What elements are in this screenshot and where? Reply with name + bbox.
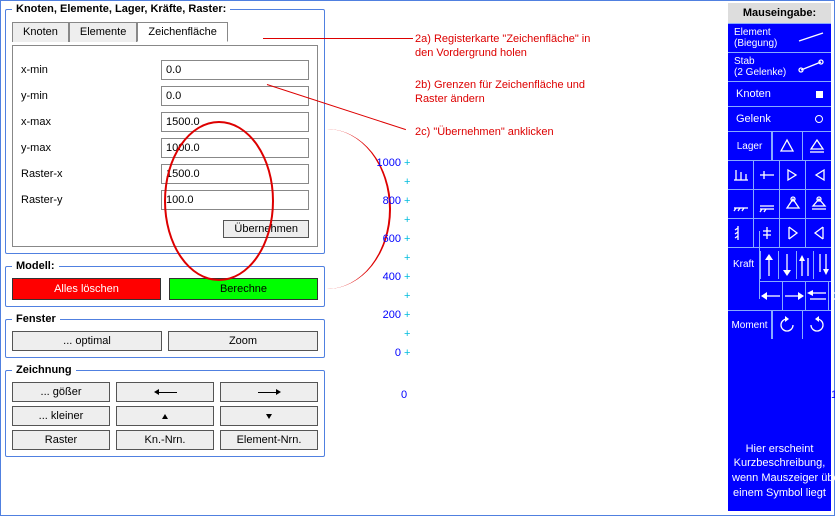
kraft6-icon[interactable]	[782, 282, 805, 310]
grid-marker: +	[404, 329, 410, 340]
kraft5-icon[interactable]	[760, 282, 782, 310]
input-xmin[interactable]	[161, 60, 309, 80]
arrow-down-icon	[266, 410, 272, 422]
moment-ccw-icon[interactable]	[772, 311, 802, 339]
grid-marker: +	[404, 215, 410, 226]
clear-button[interactable]: Alles löschen	[12, 278, 161, 300]
x-tick: 0	[401, 389, 407, 401]
grid-marker: +	[404, 234, 410, 245]
x-tick: 1500	[831, 389, 835, 401]
lager4d-icon[interactable]	[805, 219, 831, 247]
label-xmax: x-max	[21, 116, 161, 128]
y-tick: 0	[361, 347, 401, 359]
label-ymax: y-max	[21, 142, 161, 154]
arrow-down-button[interactable]	[220, 406, 318, 426]
lager-roller-icon[interactable]	[802, 132, 832, 160]
kraft8-icon[interactable]	[828, 282, 835, 310]
tool-element[interactable]: Element (Biegung)	[728, 23, 831, 52]
annotation-2a-line	[263, 38, 413, 39]
annotation-2a: 2a) Registerkarte "Zeichenfläche" in den…	[415, 33, 590, 61]
label-ymin: y-min	[21, 90, 161, 102]
grid-marker: +	[404, 291, 410, 302]
element-icon	[797, 30, 825, 47]
y-tick: 200	[361, 309, 401, 321]
knnrn-button[interactable]: Kn.-Nrn.	[116, 430, 214, 450]
zeichnung-title: Zeichnung	[12, 364, 76, 376]
annotation-2b: 2b) Grenzen für Zeichenfläche und Raster…	[415, 79, 585, 107]
tab-zeichenflaeche[interactable]: Zeichenfläche	[137, 22, 228, 42]
bigger-button[interactable]: ... gößer	[12, 382, 110, 402]
tool-kraft-row1: Kraft	[728, 247, 831, 281]
tab-elemente[interactable]: Elemente	[69, 22, 137, 42]
y-tick: 800	[361, 195, 401, 207]
arrow-left-button[interactable]	[116, 382, 214, 402]
optimal-button[interactable]: ... optimal	[12, 331, 162, 351]
label-rastery: Raster-y	[21, 194, 161, 206]
lager3c-icon[interactable]	[779, 190, 805, 218]
arrow-right-icon	[276, 386, 281, 398]
lager3a-icon[interactable]	[728, 190, 753, 218]
tool-knoten[interactable]: Knoten	[728, 81, 831, 106]
kraft4-icon[interactable]	[813, 251, 831, 279]
elnrn-button[interactable]: Element-Nrn.	[220, 430, 318, 450]
lager-pin-icon[interactable]	[772, 132, 802, 160]
kraft3-icon[interactable]	[796, 251, 814, 279]
zoom-button[interactable]: Zoom	[168, 331, 318, 351]
y-tick: 600	[361, 233, 401, 245]
lager3b-icon[interactable]	[753, 190, 779, 218]
label-rasterx: Raster-x	[21, 168, 161, 180]
moment-cw-icon[interactable]	[802, 311, 832, 339]
raster-button[interactable]: Raster	[12, 430, 110, 450]
side-help-text: Hier erscheint Kurzbeschreibung, wenn Ma…	[728, 432, 831, 511]
grid-marker: +	[404, 196, 410, 207]
arrow-up-button[interactable]	[116, 406, 214, 426]
lager2c-icon[interactable]	[779, 161, 805, 189]
input-ymin[interactable]	[161, 86, 309, 106]
tool-lager-row1: Lager	[728, 131, 831, 160]
mauseingabe-panel: Mauseingabe: Element (Biegung) Stab (2 G…	[728, 3, 831, 511]
modell-title: Modell:	[12, 260, 59, 272]
lager2b-icon[interactable]	[753, 161, 779, 189]
tool-lager-row2	[728, 160, 831, 189]
knoten-icon	[816, 91, 823, 98]
grid-marker: +	[404, 272, 410, 283]
kraft2-icon[interactable]	[778, 251, 796, 279]
y-tick: 1000	[361, 157, 401, 169]
lager3d-icon[interactable]	[805, 190, 831, 218]
grid-marker: +	[404, 253, 410, 264]
annotation-circle	[164, 121, 274, 281]
group-title: Knoten, Elemente, Lager, Kräfte, Raster:	[12, 3, 230, 15]
stab-icon	[797, 59, 825, 76]
label-xmin: x-min	[21, 64, 161, 76]
arrow-right-button[interactable]	[220, 382, 318, 402]
lager2a-icon[interactable]	[728, 161, 753, 189]
grid-marker: +	[404, 177, 410, 188]
kraft7-icon[interactable]	[805, 282, 828, 310]
tool-lager-row3	[728, 189, 831, 218]
y-tick: 400	[361, 271, 401, 283]
lager2d-icon[interactable]	[805, 161, 831, 189]
arrow-up-icon	[162, 410, 168, 422]
side-title: Mauseingabe:	[728, 3, 831, 23]
fenster-group: Fenster ... optimal Zoom	[5, 313, 325, 358]
tool-stab[interactable]: Stab (2 Gelenke)	[728, 52, 831, 81]
tab-knoten[interactable]: Knoten	[12, 22, 69, 42]
tool-kraft-row2	[760, 281, 831, 310]
gelenk-icon	[815, 115, 823, 123]
tool-gelenk[interactable]: Gelenk	[728, 106, 831, 131]
grid-marker: +	[404, 158, 410, 169]
kraft1-icon[interactable]	[760, 251, 778, 279]
tool-moment-row: Moment	[728, 310, 831, 339]
zeichnung-group: Zeichnung ... gößer ... kleiner Raster K…	[5, 364, 325, 457]
grid-marker: +	[404, 310, 410, 321]
smaller-button[interactable]: ... kleiner	[12, 406, 110, 426]
fenster-title: Fenster	[12, 313, 60, 325]
lager4c-icon[interactable]	[779, 219, 805, 247]
grid-marker: +	[404, 348, 410, 359]
annotation-2c: 2c) "Übernehmen" anklicken	[415, 126, 554, 140]
